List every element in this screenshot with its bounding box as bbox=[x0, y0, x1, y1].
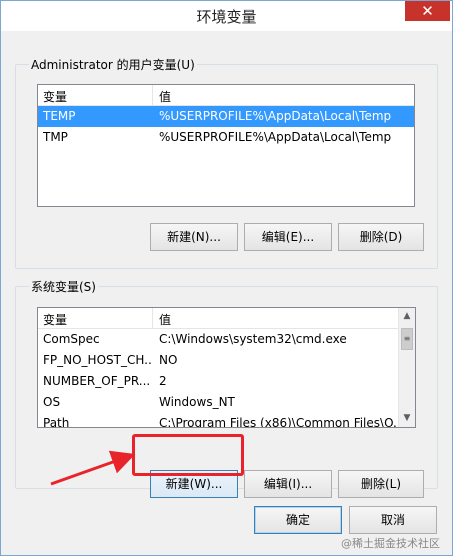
variable-value: Windows_NT bbox=[159, 395, 235, 409]
table-row[interactable]: FP_NO_HOST_CH... NO bbox=[38, 350, 399, 371]
variable-value: %USERPROFILE%\AppData\Local\Temp bbox=[159, 109, 392, 123]
scrollbar-thumb[interactable]: ≡ bbox=[401, 328, 413, 350]
variable-name: Path bbox=[43, 416, 70, 428]
vertical-scrollbar[interactable]: ▲ ≡ ▼ bbox=[398, 308, 415, 427]
system-delete-button[interactable]: 删除(L) bbox=[338, 470, 424, 498]
system-variables-list[interactable]: 变量 值 ComSpec C:\Windows\system32\cmd.exe… bbox=[37, 307, 416, 428]
variable-value: C:\Program Files (x86)\Common Files\O... bbox=[159, 416, 397, 428]
system-variables-label: 系统变量(S) bbox=[29, 278, 98, 295]
variable-value: NO bbox=[159, 353, 178, 367]
user-variables-header: 变量 值 bbox=[38, 85, 414, 106]
system-edit-button[interactable]: 编辑(I)... bbox=[244, 470, 332, 498]
system-variables-header: 变量 值 bbox=[38, 308, 399, 329]
user-variables-label: Administrator 的用户变量(U) bbox=[29, 56, 197, 73]
variable-value: C:\Windows\system32\cmd.exe bbox=[159, 332, 347, 346]
table-row[interactable]: NUMBER_OF_PR... 2 bbox=[38, 371, 399, 392]
variable-value: 2 bbox=[159, 374, 167, 388]
title-bar[interactable]: 环境变量 ✕ bbox=[1, 1, 452, 31]
column-header-variable[interactable]: 变量 bbox=[43, 311, 67, 328]
table-row[interactable]: ComSpec C:\Windows\system32\cmd.exe bbox=[38, 329, 399, 350]
cancel-button[interactable]: 取消 bbox=[349, 506, 437, 534]
column-header-variable[interactable]: 变量 bbox=[43, 88, 67, 105]
column-divider[interactable] bbox=[152, 85, 153, 106]
variable-name: TEMP bbox=[43, 109, 76, 123]
variable-name: FP_NO_HOST_CH... bbox=[43, 353, 153, 367]
column-header-value[interactable]: 值 bbox=[159, 88, 171, 105]
environment-variables-dialog: 环境变量 ✕ Administrator 的用户变量(U) 变量 值 TEMP … bbox=[0, 0, 453, 556]
variable-name: ComSpec bbox=[43, 332, 100, 346]
variable-name: OS bbox=[43, 395, 61, 409]
annotation-highlight-box bbox=[132, 434, 244, 476]
table-row[interactable]: Path C:\Program Files (x86)\Common Files… bbox=[38, 413, 399, 428]
variable-name: NUMBER_OF_PR... bbox=[43, 374, 151, 388]
variable-value: %USERPROFILE%\AppData\Local\Temp bbox=[159, 130, 392, 144]
user-new-button[interactable]: 新建(N)... bbox=[150, 223, 238, 251]
table-row[interactable]: TMP %USERPROFILE%\AppData\Local\Temp bbox=[38, 127, 414, 148]
column-header-value[interactable]: 值 bbox=[159, 311, 171, 328]
scroll-up-arrow-icon[interactable]: ▲ bbox=[399, 308, 415, 325]
close-icon: ✕ bbox=[421, 2, 434, 20]
user-variables-list[interactable]: 变量 值 TEMP %USERPROFILE%\AppData\Local\Te… bbox=[37, 84, 415, 207]
table-row[interactable]: OS Windows_NT bbox=[38, 392, 399, 413]
user-variables-group: Administrator 的用户变量(U) 变量 值 TEMP %USERPR… bbox=[15, 56, 438, 269]
user-edit-button[interactable]: 编辑(E)... bbox=[244, 223, 332, 251]
scroll-down-arrow-icon[interactable]: ▼ bbox=[399, 410, 415, 427]
close-button[interactable]: ✕ bbox=[405, 1, 450, 21]
table-row[interactable]: TEMP %USERPROFILE%\AppData\Local\Temp bbox=[38, 106, 414, 127]
user-delete-button[interactable]: 删除(D) bbox=[338, 223, 424, 251]
ok-button[interactable]: 确定 bbox=[254, 506, 342, 534]
column-divider[interactable] bbox=[152, 308, 153, 329]
variable-name: TMP bbox=[43, 130, 68, 144]
watermark: @稀土掘金技术社区 bbox=[341, 537, 440, 550]
window-title: 环境变量 bbox=[196, 8, 257, 26]
